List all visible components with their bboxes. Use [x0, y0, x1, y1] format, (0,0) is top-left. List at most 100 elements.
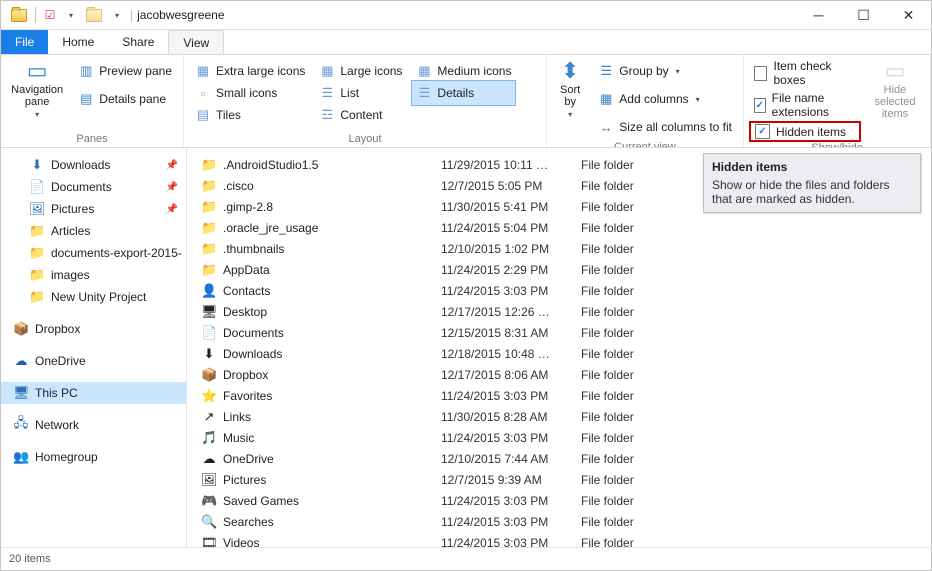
- file-type-cell: File folder: [581, 532, 681, 547]
- nav-articles[interactable]: 📁Articles: [1, 220, 186, 242]
- maximize-button[interactable]: ☐: [841, 1, 886, 29]
- file-name-cell[interactable]: 📁 .cisco: [201, 175, 441, 196]
- pc-icon: 🖥: [13, 385, 29, 401]
- tab-home[interactable]: Home: [48, 30, 108, 54]
- preview-pane-icon: ▥: [78, 63, 94, 79]
- file-name-cell[interactable]: 📄Documents: [201, 322, 441, 343]
- file-name-cell[interactable]: ⭐Favorites: [201, 385, 441, 406]
- file-name-cell[interactable]: 📁.AndroidStudio1.5: [201, 154, 441, 175]
- file-date-cell: 11/24/2015 5:04 PM: [441, 217, 581, 238]
- nav-export[interactable]: 📁documents-export-2015-: [1, 242, 186, 264]
- explorer-window: ☑ ▾ ▾ | jacobwesgreene ─ ☐ ✕ File Home S…: [0, 0, 932, 571]
- sort-by-button[interactable]: ⬍ Sort by ▾: [553, 58, 587, 121]
- file-type-cell: File folder: [581, 343, 681, 364]
- file-date-cell: 12/15/2015 8:31 AM: [441, 322, 581, 343]
- folder-icon[interactable]: [7, 3, 31, 27]
- file-name-cell[interactable]: 📁.thumbnails: [201, 238, 441, 259]
- file-type-cell: File folder: [581, 364, 681, 385]
- file-name-cell[interactable]: 📁AppData: [201, 259, 441, 280]
- file-type-cell: File folder: [581, 175, 681, 196]
- navigation-pane[interactable]: ⬇Downloads📌 📄Documents📌 🖼Pictures📌 📁Arti…: [1, 148, 187, 547]
- hide-selected-items-button[interactable]: ▭ Hide selected items: [866, 58, 924, 122]
- folder-icon: 📁: [201, 178, 217, 194]
- add-columns-button[interactable]: ▦Add columns: [593, 86, 737, 112]
- nav-dropbox[interactable]: 📦Dropbox: [1, 318, 186, 340]
- file-name-cell[interactable]: 📁.oracle_jre_usage: [201, 217, 441, 238]
- details-pane-button[interactable]: ▤ Details pane: [73, 86, 177, 112]
- details-pane-icon: ▤: [78, 91, 94, 107]
- file-type-cell: File folder: [581, 448, 681, 469]
- properties-icon[interactable]: ☑: [40, 5, 60, 25]
- preview-pane-button[interactable]: ▥ Preview pane: [73, 58, 177, 84]
- documents-icon: 📄: [29, 179, 45, 195]
- tooltip-body: Show or hide the files and folders that …: [712, 178, 912, 206]
- xl-icons-icon: ▦: [195, 63, 211, 79]
- network-icon: 🖧: [13, 414, 29, 436]
- file-name-label: .cisco: [223, 179, 254, 193]
- file-name-cell[interactable]: 📁.gimp-2.8: [201, 196, 441, 217]
- file-name-cell[interactable]: 🎮Saved Games: [201, 490, 441, 511]
- titlebar: ☑ ▾ ▾ | jacobwesgreene ─ ☐ ✕: [1, 1, 931, 30]
- file-name-label: AppData: [223, 263, 270, 277]
- file-date-cell: 11/29/2015 10:11 …: [441, 154, 581, 175]
- file-name-cell[interactable]: 👤Contacts: [201, 280, 441, 301]
- group-by-button[interactable]: ☰Group by: [593, 58, 737, 84]
- file-name-cell[interactable]: 🎞Videos: [201, 532, 441, 547]
- file-name-cell[interactable]: ⬇ Downloads: [201, 343, 441, 364]
- searches-icon: 🔍: [201, 514, 217, 530]
- folder-icon: 📁: [201, 199, 217, 215]
- navigation-pane-button[interactable]: ▭ Navigation pane ▾: [7, 58, 67, 121]
- file-name-label: Downloads: [223, 347, 282, 361]
- file-date-cell: 12/10/2015 1:02 PM: [441, 238, 581, 259]
- nav-images[interactable]: 📁images: [1, 264, 186, 286]
- tiles-button[interactable]: ▤Tiles: [190, 102, 310, 128]
- file-name-label: OneDrive: [223, 452, 274, 466]
- folder-icon: 📁: [29, 289, 45, 305]
- file-name-extensions-checkbox[interactable]: File name extensions: [750, 90, 860, 120]
- file-type-cell: File folder: [581, 259, 681, 280]
- file-type-cell: File folder: [581, 490, 681, 511]
- file-name-label: Saved Games: [223, 494, 299, 508]
- details-pane-label: Details pane: [99, 92, 166, 106]
- size-columns-button[interactable]: ↔Size all columns to fit: [593, 114, 737, 140]
- close-button[interactable]: ✕: [886, 1, 931, 29]
- new-folder-icon[interactable]: [82, 3, 106, 27]
- minimize-button[interactable]: ─: [796, 1, 841, 29]
- tab-view[interactable]: View: [168, 30, 224, 54]
- file-name-cell[interactable]: ↗Links: [201, 406, 441, 427]
- nav-this-pc[interactable]: 🖥This PC: [1, 382, 186, 404]
- file-name-label: Documents: [223, 326, 284, 340]
- downloads-icon: ⬇: [201, 346, 217, 362]
- file-type-cell: File folder: [581, 511, 681, 532]
- nav-homegroup[interactable]: 👥Homegroup: [1, 446, 186, 468]
- content-button[interactable]: ☲Content: [314, 102, 407, 128]
- qat-menu-icon[interactable]: ▾: [110, 5, 124, 25]
- nav-onedrive[interactable]: ☁OneDrive: [1, 350, 186, 372]
- nav-pictures[interactable]: 🖼Pictures📌: [1, 198, 186, 220]
- tooltip-title: Hidden items: [712, 160, 912, 174]
- folder-icon: 📁: [201, 220, 217, 236]
- md-icons-icon: ▦: [416, 63, 432, 79]
- hidden-items-checkbox[interactable]: Hidden items: [749, 121, 861, 142]
- tab-share[interactable]: Share: [108, 30, 168, 54]
- tab-file[interactable]: File: [1, 30, 48, 54]
- file-name-cell[interactable]: 🎵Music: [201, 427, 441, 448]
- file-name-cell[interactable]: 📦Dropbox: [201, 364, 441, 385]
- lg-icons-icon: ▦: [319, 63, 335, 79]
- nav-documents[interactable]: 📄Documents📌: [1, 176, 186, 198]
- details-icon: ☰: [416, 85, 432, 101]
- file-name-cell[interactable]: 🖼Pictures: [201, 469, 441, 490]
- preview-pane-label: Preview pane: [99, 64, 172, 78]
- file-name-cell[interactable]: 🖥Desktop: [201, 301, 441, 322]
- file-name-cell[interactable]: ☁OneDrive: [201, 448, 441, 469]
- nav-downloads[interactable]: ⬇Downloads📌: [1, 154, 186, 176]
- nav-network[interactable]: 🖧Network: [1, 414, 186, 436]
- file-name-label: Desktop: [223, 305, 267, 319]
- nav-unity[interactable]: 📁New Unity Project: [1, 286, 186, 308]
- file-name-cell[interactable]: 🔍Searches: [201, 511, 441, 532]
- file-name-label: .thumbnails: [223, 242, 284, 256]
- ribbon-group-panes: ▭ Navigation pane ▾ ▥ Preview pane ▤ Det…: [1, 55, 184, 147]
- item-check-boxes-checkbox[interactable]: Item check boxes: [750, 58, 860, 88]
- tabstrip: File Home Share View: [1, 30, 931, 55]
- chevron-down-icon[interactable]: ▾: [64, 5, 78, 25]
